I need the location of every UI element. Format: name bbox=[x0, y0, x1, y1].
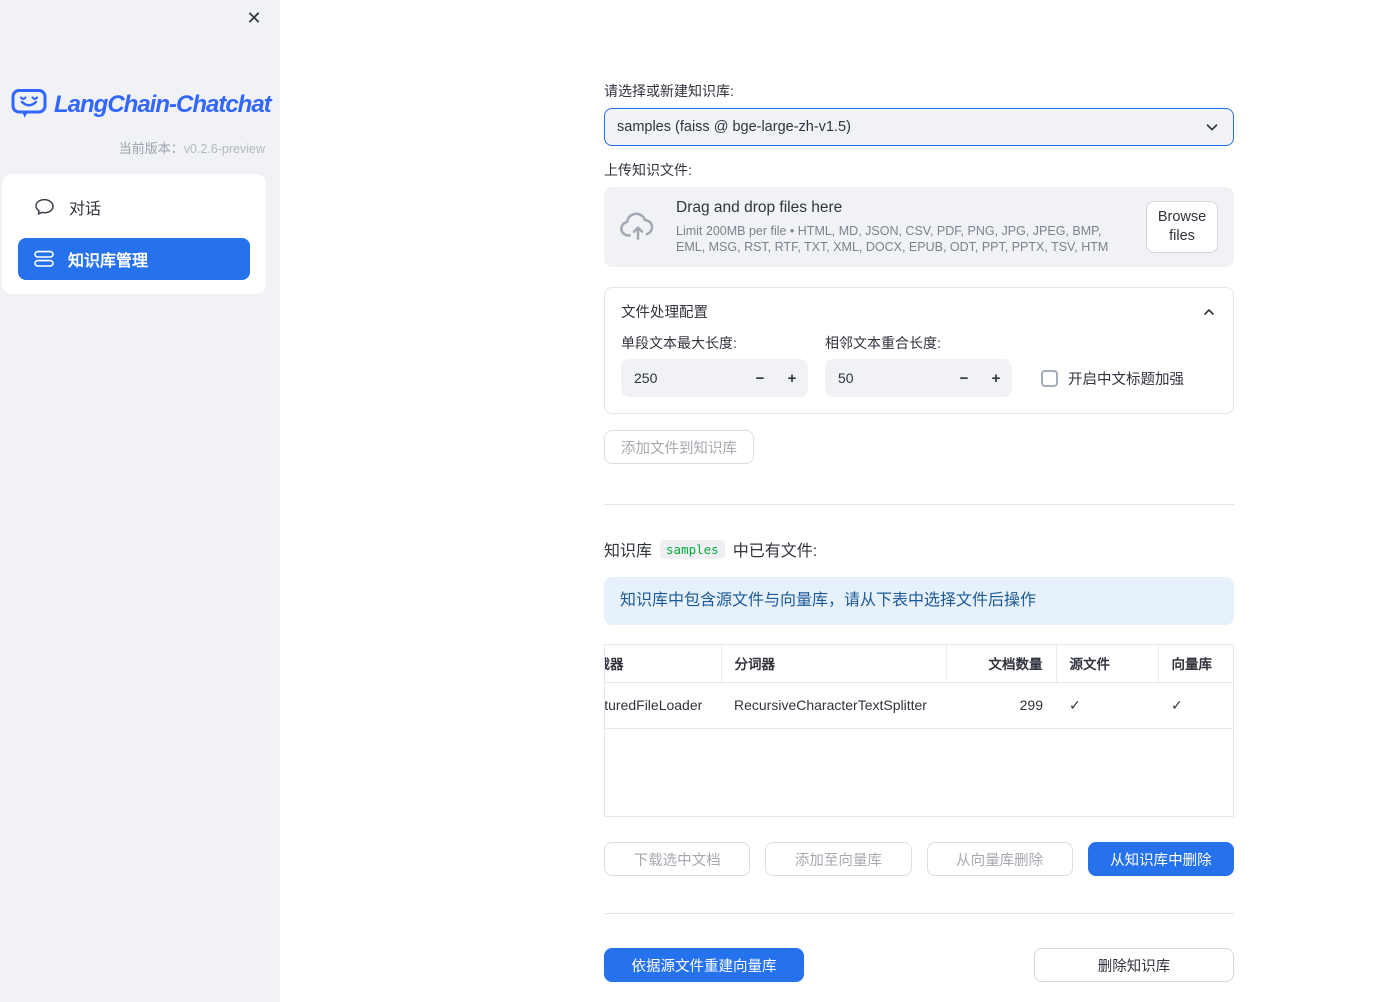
sidebar-item-knowledge-base[interactable]: 知识库管理 bbox=[18, 238, 250, 280]
divider bbox=[604, 504, 1234, 505]
increment-button[interactable]: + bbox=[776, 359, 808, 397]
overlap-size-input[interactable]: 50 − + bbox=[825, 359, 1012, 397]
sidebar-item-dialogue[interactable]: 对话 bbox=[18, 186, 250, 228]
stack-icon bbox=[34, 250, 54, 268]
info-alert: 知识库中包含源文件与向量库，请从下表中选择文件后操作 bbox=[604, 577, 1234, 625]
divider bbox=[604, 913, 1234, 914]
sidebar-item-label: 知识库管理 bbox=[68, 253, 149, 270]
version-info: 当前版本：v0.2.6-preview bbox=[0, 138, 265, 157]
delete-from-vector-store-button[interactable]: 从向量库删除 bbox=[926, 842, 1073, 876]
info-alert-text: 知识库中包含源文件与向量库，请从下表中选择文件后操作 bbox=[620, 592, 1037, 609]
kb-files-prefix: 知识库 bbox=[604, 543, 653, 560]
overlap-size-label: 相邻文本重合长度: bbox=[825, 335, 941, 351]
overlap-size-value[interactable]: 50 bbox=[838, 370, 948, 386]
kb-select-label: 请选择或新建知识库: bbox=[604, 83, 734, 99]
file-actions-row: 下载选中文档 添加至向量库 从向量库删除 从知识库中删除 bbox=[604, 842, 1234, 876]
dropzone-limit-text: Limit 200MB per file • HTML, MD, JSON, C… bbox=[676, 224, 1109, 254]
app-title: LangChain-Chatchat bbox=[54, 90, 272, 118]
kb-selectbox[interactable]: samples (faiss @ bge-large-zh-v1.5) bbox=[604, 108, 1234, 146]
add-to-vector-store-button[interactable]: 添加至向量库 bbox=[765, 842, 912, 876]
chunk-size-value[interactable]: 250 bbox=[634, 370, 744, 386]
cell-loader: UnstructuredFileLoader bbox=[605, 682, 721, 729]
chinese-title-enhance-checkbox[interactable] bbox=[1041, 369, 1058, 387]
cloud-upload-icon bbox=[618, 211, 658, 243]
kb-files-table[interactable]: 文档加载器 分词器 文档数量 源文件 向量库 UnstructuredFileL… bbox=[604, 644, 1234, 817]
chunk-size-input[interactable]: 250 − + bbox=[621, 359, 808, 397]
file-dropzone[interactable]: Drag and drop files here Limit 200MB per… bbox=[604, 187, 1234, 267]
kb-selectbox-value: samples (faiss @ bge-large-zh-v1.5) bbox=[617, 119, 851, 135]
cell-source-file-check: ✓ bbox=[1056, 682, 1158, 729]
column-header-loader[interactable]: 文档加载器 bbox=[605, 645, 721, 683]
add-files-to-kb-button[interactable]: 添加文件到知识库 bbox=[604, 430, 754, 464]
file-config-expander: 文件处理配置 单段文本最大长度: 250 − + 相邻文本重合长度: 50 − … bbox=[604, 287, 1234, 414]
chevron-up-icon bbox=[1201, 304, 1217, 320]
kb-bottom-actions: 依据源文件重建向量库 删除知识库 bbox=[604, 948, 1234, 982]
close-icon[interactable]: ✕ bbox=[242, 6, 266, 30]
chinese-title-enhance-row: 开启中文标题加强 bbox=[1041, 359, 1217, 397]
overlap-size-field: 相邻文本重合长度: 50 − + bbox=[825, 335, 1012, 397]
cell-vector-store-check: ✓ bbox=[1158, 682, 1233, 729]
expander-header[interactable]: 文件处理配置 bbox=[621, 301, 1217, 322]
delete-kb-button[interactable]: 删除知识库 bbox=[1034, 948, 1234, 982]
cell-splitter: RecursiveCharacterTextSplitter bbox=[721, 682, 946, 729]
browse-files-button[interactable]: Browse files bbox=[1146, 201, 1218, 253]
chevron-down-icon bbox=[1203, 118, 1221, 136]
checkmark-icon: ✓ bbox=[1069, 696, 1081, 713]
chunk-size-field: 单段文本最大长度: 250 − + bbox=[621, 335, 808, 397]
checkmark-icon: ✓ bbox=[1171, 696, 1183, 713]
rebuild-vector-store-button[interactable]: 依据源文件重建向量库 bbox=[604, 948, 804, 982]
kb-files-heading: 知识库 samples 中已有文件: bbox=[604, 537, 1234, 561]
column-header-vector-store[interactable]: 向量库 bbox=[1157, 645, 1233, 683]
column-header-source-file[interactable]: 源文件 bbox=[1055, 645, 1158, 683]
sidebar-item-label: 对话 bbox=[69, 201, 102, 218]
decrement-button[interactable]: − bbox=[744, 359, 776, 397]
chat-smiley-logo-icon bbox=[11, 88, 47, 121]
expander-body: 单段文本最大长度: 250 − + 相邻文本重合长度: 50 − + 开启中文标… bbox=[621, 335, 1217, 397]
chunk-size-label: 单段文本最大长度: bbox=[621, 335, 737, 351]
kb-files-suffix: 中已有文件: bbox=[732, 543, 818, 560]
delete-from-kb-button[interactable]: 从知识库中删除 bbox=[1087, 842, 1234, 876]
upload-label: 上传知识文件: bbox=[604, 162, 692, 178]
table-row[interactable]: UnstructuredFileLoader RecursiveCharacte… bbox=[605, 682, 1233, 729]
decrement-button[interactable]: − bbox=[948, 359, 980, 397]
kb-name-code: samples bbox=[660, 539, 725, 559]
version-value: v0.2.6-preview bbox=[183, 142, 265, 156]
increment-button[interactable]: + bbox=[980, 359, 1012, 397]
column-header-splitter[interactable]: 分词器 bbox=[720, 645, 946, 683]
dropzone-title: Drag and drop files here bbox=[676, 199, 843, 216]
version-label: 当前版本： bbox=[118, 141, 184, 156]
cell-doc-count: 299 bbox=[946, 682, 1056, 729]
sidebar: ✕ LangChain-Chatchat 当前版本：v0.2.6-preview… bbox=[0, 0, 280, 1002]
chinese-title-enhance-label: 开启中文标题加强 bbox=[1068, 371, 1184, 388]
dropzone-texts: Drag and drop files here Limit 200MB per… bbox=[676, 199, 1128, 255]
chat-bubble-icon bbox=[34, 197, 55, 217]
sidebar-menu: 对话 知识库管理 bbox=[2, 174, 266, 294]
kb-management-page: 请选择或新建知识库: samples (faiss @ bge-large-zh… bbox=[604, 0, 1234, 982]
table-header-row: 文档加载器 分词器 文档数量 源文件 向量库 bbox=[605, 645, 1233, 683]
download-selected-button[interactable]: 下载选中文档 bbox=[604, 842, 751, 876]
expander-title: 文件处理配置 bbox=[621, 305, 708, 321]
column-header-doc-count[interactable]: 文档数量 bbox=[945, 645, 1056, 683]
app-logo: LangChain-Chatchat bbox=[11, 88, 272, 121]
